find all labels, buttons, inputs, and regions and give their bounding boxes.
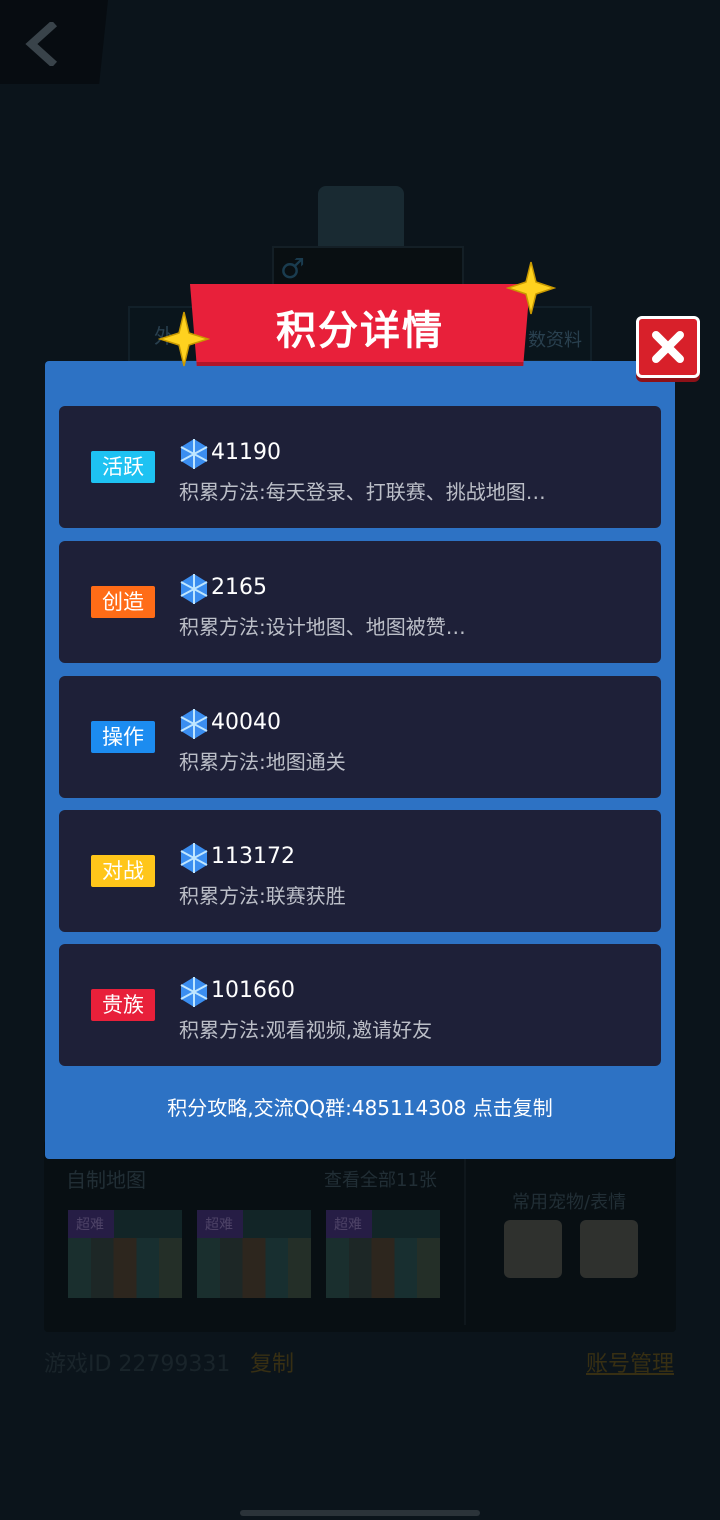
crystal-icon: [180, 843, 208, 873]
category-tag: 贵族: [91, 989, 155, 1021]
qq-group-copy-link[interactable]: 积分攻略,交流QQ群:485114308 点击复制: [45, 1092, 675, 1121]
close-icon: [652, 331, 684, 363]
crystal-icon: [180, 709, 208, 739]
score-value: 113172: [211, 844, 295, 869]
accumulation-method: 积累方法:观看视频,邀请好友: [179, 1018, 433, 1042]
score-card-battle: 对战 113172 积累方法:联赛获胜: [59, 810, 661, 932]
close-button[interactable]: [636, 316, 700, 378]
score-value: 2165: [211, 575, 267, 600]
category-tag: 操作: [91, 721, 155, 753]
score-value: 41190: [211, 440, 281, 465]
category-tag: 创造: [91, 586, 155, 618]
score-card-creation: 创造 2165 积累方法:设计地图、地图被赞…: [59, 541, 661, 663]
score-card-activity: 活跃 41190 积累方法:每天登录、打联赛、挑战地图…: [59, 406, 661, 528]
accumulation-method: 积累方法:地图通关: [179, 750, 346, 774]
score-card-operation: 操作 40040 积累方法:地图通关: [59, 676, 661, 798]
crystal-icon: [180, 439, 208, 469]
crystal-icon: [180, 977, 208, 1007]
category-tag: 活跃: [91, 451, 155, 483]
crystal-icon: [180, 574, 208, 604]
modal-title-banner: 积分详情: [190, 284, 530, 376]
category-tag: 对战: [91, 855, 155, 887]
accumulation-method: 积累方法:每天登录、打联赛、挑战地图…: [179, 480, 546, 504]
modal-title: 积分详情: [276, 308, 444, 354]
accumulation-method: 积累方法:设计地图、地图被赞…: [179, 615, 466, 639]
star-icon: [506, 261, 556, 315]
score-value: 40040: [211, 710, 281, 735]
score-card-noble: 贵族 101660 积累方法:观看视频,邀请好友: [59, 944, 661, 1066]
star-icon: [158, 311, 210, 367]
accumulation-method: 积累方法:联赛获胜: [179, 884, 346, 908]
score-value: 101660: [211, 978, 295, 1003]
